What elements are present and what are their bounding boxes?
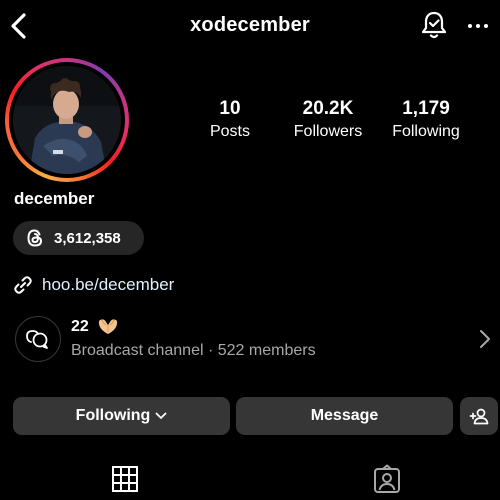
message-button-label: Message [310, 407, 379, 424]
threads-icon [27, 229, 43, 247]
bio-link[interactable]: hoo.be/december [12, 273, 174, 297]
story-ring[interactable] [5, 58, 129, 182]
broadcast-channel-title: 22 [71, 317, 120, 337]
following-count: 1,179 [402, 98, 450, 119]
bio-link-text: hoo.be/december [42, 275, 175, 294]
broadcast-channel-avatar [15, 316, 61, 362]
notifications-button[interactable] [420, 10, 448, 40]
threads-badge[interactable]: 3,612,358 [13, 221, 144, 255]
more-horizontal-icon [468, 24, 488, 28]
message-button[interactable]: Message [236, 397, 453, 435]
tab-tagged[interactable] [372, 464, 402, 494]
tagged-icon [374, 464, 400, 493]
display-name: december [14, 189, 95, 208]
threads-follower-count: 3,612,358 [54, 229, 121, 247]
following-stat[interactable]: 1,179 Following [383, 98, 469, 143]
more-options-button[interactable] [466, 14, 490, 38]
profile-tab-bar [0, 462, 500, 500]
top-bar: xodecember [0, 0, 500, 52]
add-user-button[interactable] [460, 397, 498, 435]
heart-hands-icon [98, 319, 118, 334]
chat-bubbles-icon [26, 330, 48, 349]
broadcast-channel-subtitle: Broadcast channel · 522 members [71, 342, 316, 359]
following-button-label: Following [75, 407, 151, 424]
link-icon [14, 276, 32, 294]
posts-label: Posts [209, 123, 250, 140]
posts-count: 10 [219, 98, 241, 119]
add-user-icon [469, 408, 489, 425]
chevron-right-icon [478, 329, 492, 349]
broadcast-channel-name: 22 [71, 318, 89, 335]
grid-icon [112, 466, 138, 492]
avatar[interactable] [13, 66, 121, 174]
following-button[interactable]: Following [13, 397, 230, 435]
followers-label: Followers [293, 123, 363, 140]
chevron-down-icon [155, 412, 167, 419]
followers-count: 20.2K [302, 98, 354, 119]
broadcast-channel-row[interactable]: 22 Broadcast channel · 522 members [0, 312, 500, 368]
followers-stat[interactable]: 20.2K Followers [285, 98, 371, 143]
posts-stat[interactable]: 10 Posts [199, 98, 261, 143]
following-label: Following [392, 123, 460, 140]
tab-posts-grid[interactable] [110, 464, 140, 494]
profile-photo [13, 66, 121, 174]
bell-check-icon [421, 11, 447, 39]
